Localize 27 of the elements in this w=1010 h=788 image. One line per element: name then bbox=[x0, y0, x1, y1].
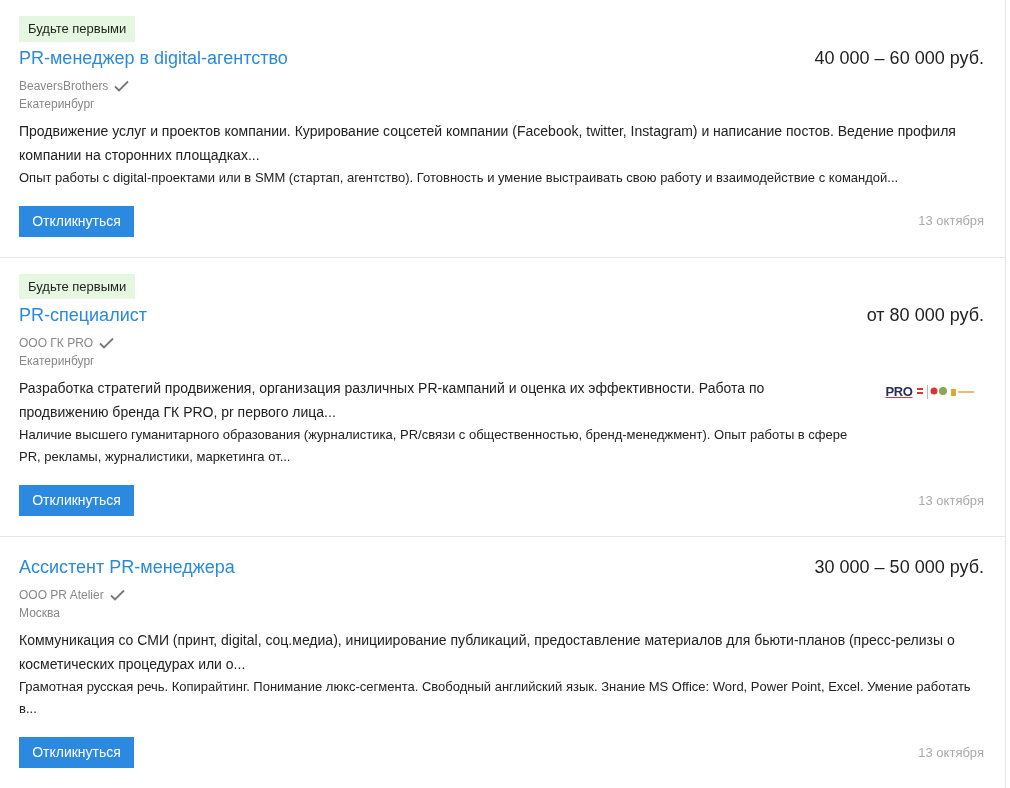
respond-button[interactable]: Откликнуться bbox=[19, 205, 134, 237]
requirements-text: Опыт работы с digital-проектами или в SMM (стартап, агентство). Готовность и умение выстраивать свою работу и взаимодействие с командой... bbox=[19, 168, 900, 187]
salary: 40 000 – 60 000 руб. bbox=[814, 46, 985, 70]
description-text: Разработка стратегий продвижения, организация различных PR-кампаний и оценка их эффективности. Работа по продвижению бренда ГК PRO, pr первого лица... bbox=[19, 379, 766, 422]
company-name: ООО ГК PRO bbox=[19, 335, 94, 352]
respond-button[interactable]: Откликнуться bbox=[19, 485, 134, 516]
city: Екатеринбург bbox=[19, 353, 96, 370]
badge: Будьте первыми bbox=[19, 16, 136, 42]
city: Екатеринбург bbox=[19, 95, 96, 113]
vacancy-title-link[interactable]: PR-специалист bbox=[19, 301, 147, 329]
requirements-text: Наличие высшего гуманитарного образования (журналистика, PR/связи с общественностью, бренд-менеджмент). Опыт работы в сфере PR, рекламы, журналистики, маркетинга от... bbox=[19, 426, 849, 466]
company-logo: PRO bbox=[876, 382, 986, 402]
description-text: Продвижение услуг и проектов компании. Курирование соцсетей компании (Facebook, twitter, Instagram) и написание постов. Ведение профиля компании на сторонних площадках... bbox=[19, 121, 957, 165]
city: Москва bbox=[19, 605, 61, 622]
salary: 30 000 – 50 000 руб. bbox=[814, 556, 985, 579]
date: 13 октября bbox=[918, 212, 985, 231]
company-name: ООО PR Atelier bbox=[19, 587, 104, 604]
salary: от 80 000 руб. bbox=[866, 304, 985, 327]
vacancy-title-link[interactable]: Ассистент PR-менеджера bbox=[19, 553, 235, 581]
description-text: Коммуникация со СМИ (принт, digital, соц.медиа), инициирование публикаций, предоставление материалов для бьюти-планов (пресс-релизы о косметических процедурах или о... bbox=[19, 631, 956, 674]
requirements-text: Грамотная русская речь. Копирайтинг. Понимание люкс-сегмента. Свободный английский язык. Знание MS Office: Word, Power Point, Excel. Умение работать в... bbox=[19, 678, 972, 718]
date: 13 октября bbox=[918, 743, 985, 762]
vacancy-title-link[interactable]: PR-менеджер в digital-агентство bbox=[19, 43, 288, 72]
company-name: BeaversBrothers bbox=[19, 77, 109, 95]
respond-button[interactable]: Откликнуться bbox=[19, 737, 134, 768]
badge: Будьте первыми bbox=[19, 273, 136, 299]
date: 13 октября bbox=[918, 491, 985, 510]
